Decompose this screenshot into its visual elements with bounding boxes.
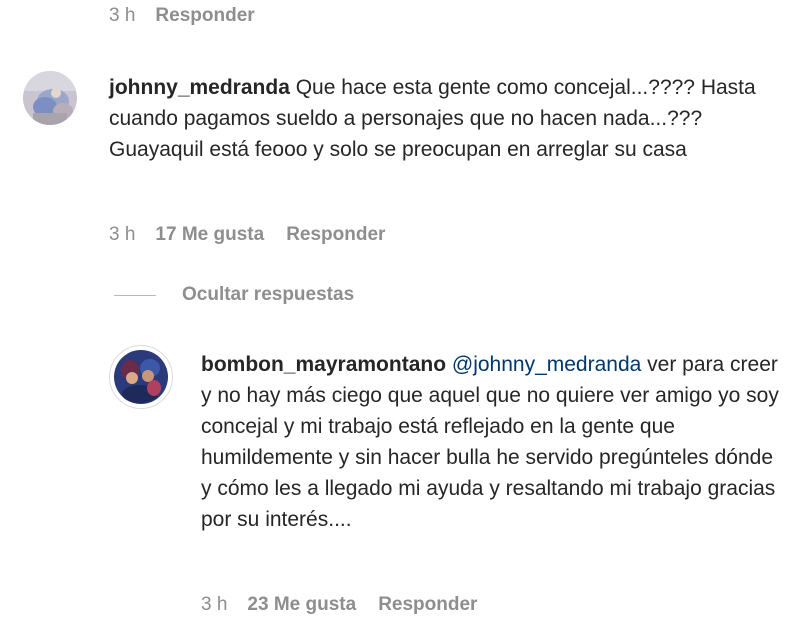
likes-count[interactable]: 17 Me gusta <box>155 224 264 246</box>
avatar[interactable] <box>23 71 77 125</box>
comments-panel: 3 h Responder johnny_medranda Que hace e… <box>0 0 800 626</box>
reply-time: 3 h <box>201 594 228 615</box>
reply-button[interactable]: Responder <box>286 224 385 246</box>
comment-time: 3 h <box>109 224 136 245</box>
reply-body: ver para creer y no hay más ciego que aq… <box>201 353 779 531</box>
reply-meta: 3 h 23 Me gusta Responder <box>201 594 477 616</box>
reply-username[interactable]: bombon_mayramontano <box>201 353 446 376</box>
comment-time: 3 h <box>109 5 136 26</box>
comment-text: johnny_medranda Que hace esta gente como… <box>109 72 789 165</box>
hide-replies-button[interactable]: Ocultar respuestas <box>114 284 354 306</box>
likes-count[interactable]: 23 Me gusta <box>247 594 356 616</box>
reply-text: bombon_mayramontano @johnny_medranda ver… <box>201 349 781 535</box>
hide-replies-label: Ocultar respuestas <box>182 284 355 305</box>
avatar-photo <box>110 346 172 408</box>
comment-username[interactable]: johnny_medranda <box>109 76 290 99</box>
mention-link[interactable]: @johnny_medranda <box>452 353 641 376</box>
reply-button[interactable]: Responder <box>155 5 254 27</box>
reply-button[interactable]: Responder <box>378 594 477 616</box>
comment-meta: 3 h 17 Me gusta Responder <box>109 224 385 246</box>
avatar-photo <box>23 71 77 125</box>
previous-comment-meta: 3 h Responder <box>109 5 255 27</box>
divider-line <box>114 294 156 296</box>
avatar[interactable] <box>109 345 173 409</box>
